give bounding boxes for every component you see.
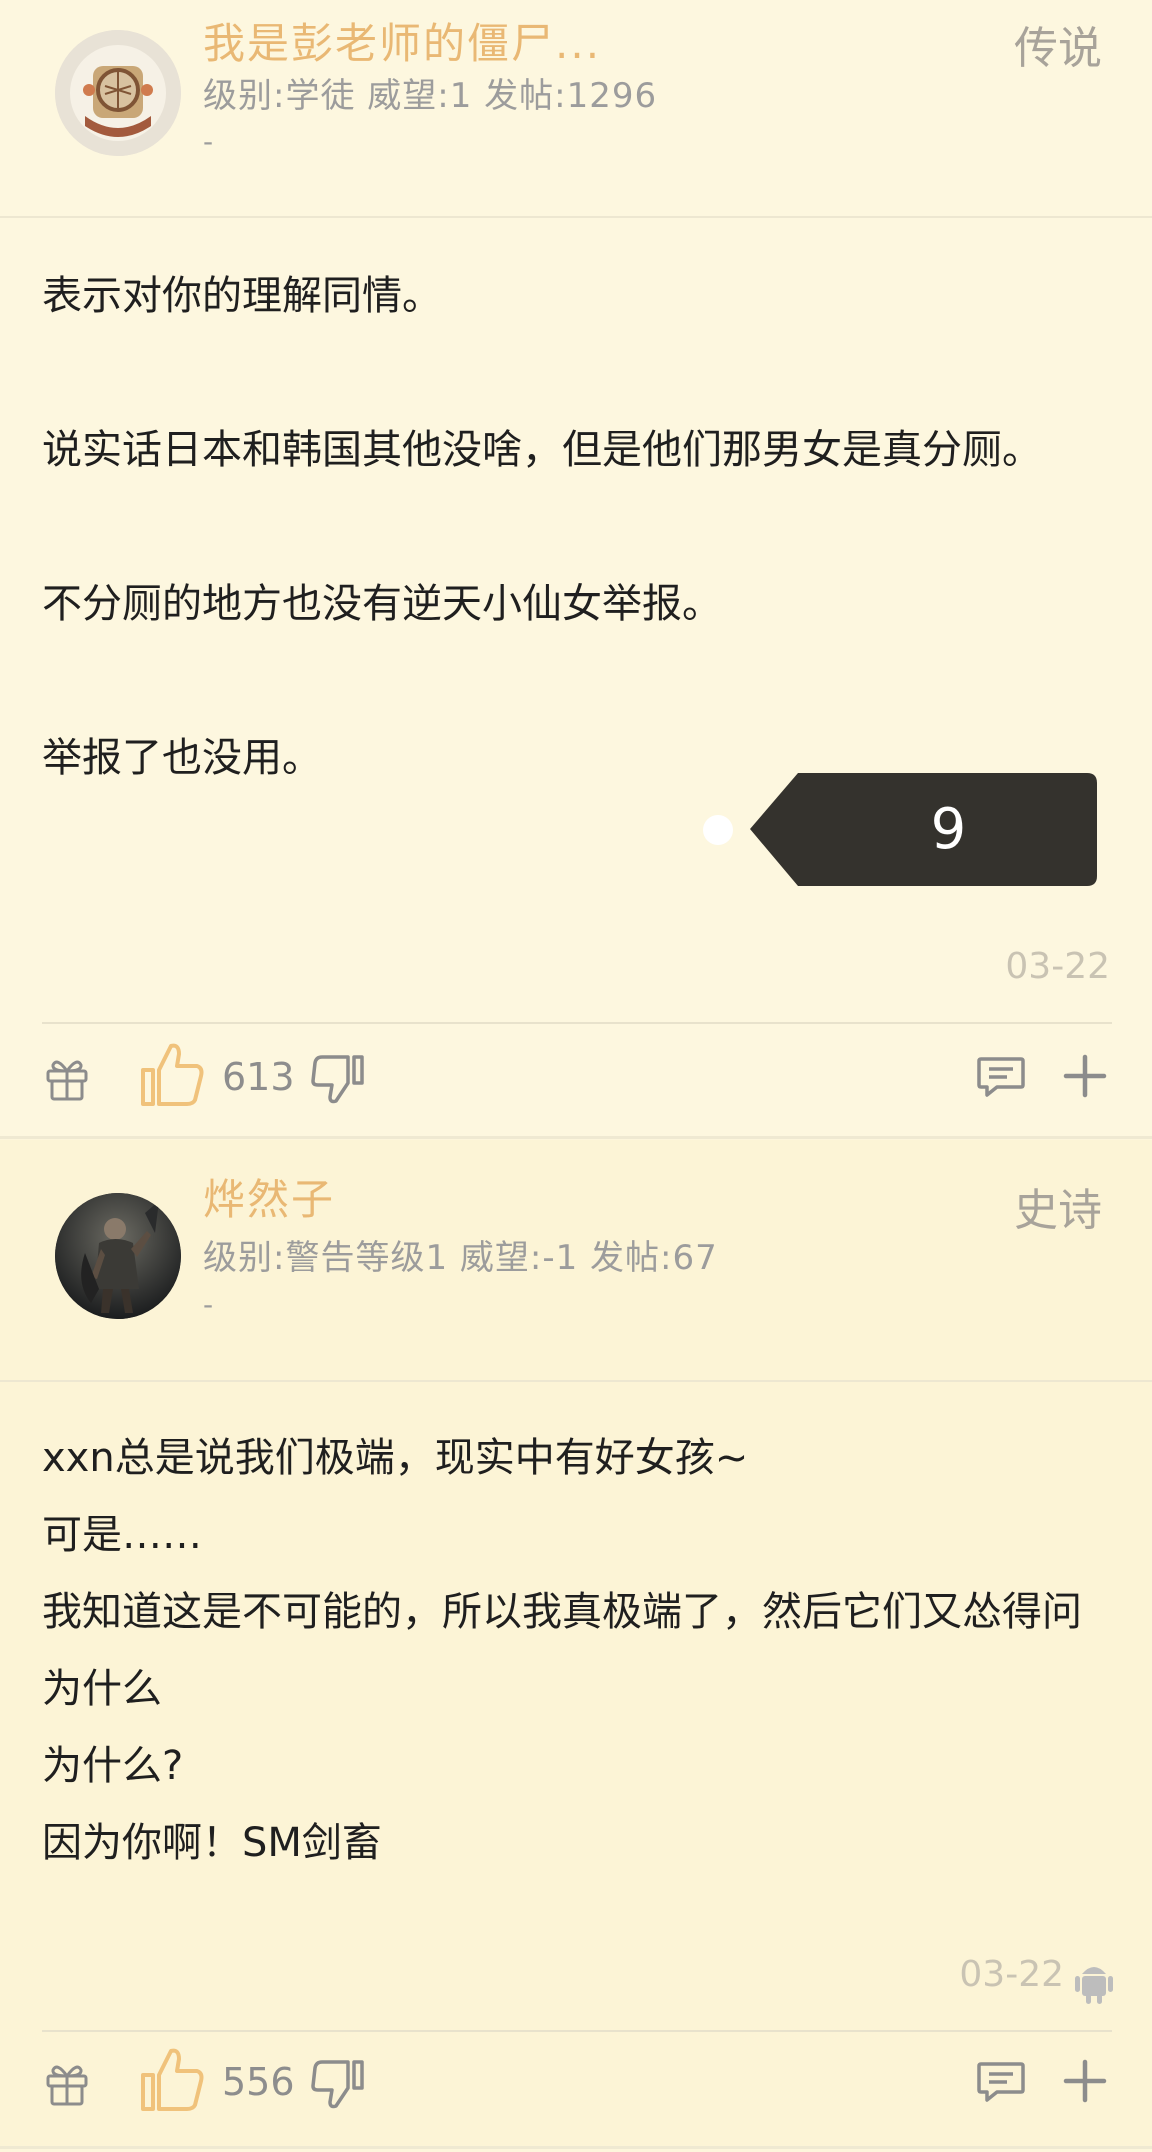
avatar[interactable]	[55, 1193, 181, 1319]
thumbs-down-icon[interactable]	[310, 2056, 366, 2112]
content-line: 说实话日本和韩国其他没啥，但是他们那男女是真分厕。	[42, 427, 1042, 473]
content-line: 不分厕的地方也没有逆天小仙女举报。	[42, 581, 722, 627]
content-line: 为什么?	[42, 1743, 184, 1789]
floor-number: 9	[930, 797, 967, 862]
rank-badge: 传说	[1014, 23, 1102, 74]
action-bar: 556	[0, 2040, 1152, 2130]
thumbs-down-icon[interactable]	[310, 1051, 366, 1107]
like-count: 613	[222, 1055, 295, 1099]
rank-badge: 史诗	[1014, 1185, 1102, 1236]
content-line: 表示对你的理解同情。	[42, 273, 442, 319]
content-line: 可是……	[42, 1512, 202, 1558]
like-count: 556	[222, 2060, 295, 2104]
content-line: 我知道这是不可能的，所以我真极端了，然后它们又怂得问为什么	[42, 1589, 1082, 1712]
content-line: 因为你啊！SM剑畜	[42, 1820, 382, 1866]
post-separator	[0, 1136, 1152, 1139]
post-card: 我是彭老师的僵尸... 级别:学徒 威望:1 发帖:1296 - 传说 表示对你…	[0, 0, 1152, 1136]
action-divider	[42, 2030, 1112, 2032]
comment-icon[interactable]	[975, 2056, 1027, 2108]
user-signature: -	[203, 125, 214, 158]
thumbs-up-icon[interactable]	[137, 2045, 207, 2115]
header-divider	[0, 216, 1152, 218]
plus-icon[interactable]	[1060, 2056, 1110, 2106]
post-date: 03-22	[959, 1954, 1064, 1995]
comment-icon[interactable]	[975, 1051, 1027, 1103]
avatar[interactable]	[55, 30, 181, 156]
thumbs-up-icon[interactable]	[137, 1040, 207, 1110]
content-line: xxn总是说我们极端，现实中有好女孩~	[42, 1435, 749, 1481]
plus-icon[interactable]	[1060, 1051, 1110, 1101]
header-divider	[0, 1380, 1152, 1382]
content-line	[42, 489, 1112, 566]
post-separator	[0, 2146, 1152, 2149]
user-meta: 级别:警告等级1 威望:-1 发帖:67	[203, 1238, 718, 1278]
action-bar: 613	[0, 1035, 1152, 1125]
user-meta: 级别:学徒 威望:1 发帖:1296	[203, 76, 658, 116]
action-divider	[42, 1022, 1112, 1024]
tooltip-dot	[703, 815, 733, 845]
android-icon	[1075, 1967, 1113, 2004]
username[interactable]: 烨然子	[203, 1166, 335, 1227]
user-signature: -	[203, 1288, 214, 1321]
gift-icon[interactable]	[42, 1053, 92, 1103]
post-card: 烨然子 级别:警告等级1 威望:-1 发帖:67 - 史诗 xxn总是说我们极端…	[0, 1140, 1152, 2146]
post-date: 03-22	[1005, 946, 1110, 987]
post-content: 表示对你的理解同情。 说实话日本和韩国其他没啥，但是他们那男女是真分厕。 不分厕…	[42, 258, 1112, 797]
content-line	[42, 643, 1112, 720]
gift-icon[interactable]	[42, 2058, 92, 2108]
post-content: xxn总是说我们极端，现实中有好女孩~ 可是…… 我知道这是不可能的，所以我真极…	[42, 1420, 1112, 1882]
content-line	[42, 335, 1112, 412]
username[interactable]: 我是彭老师的僵尸...	[203, 10, 601, 71]
